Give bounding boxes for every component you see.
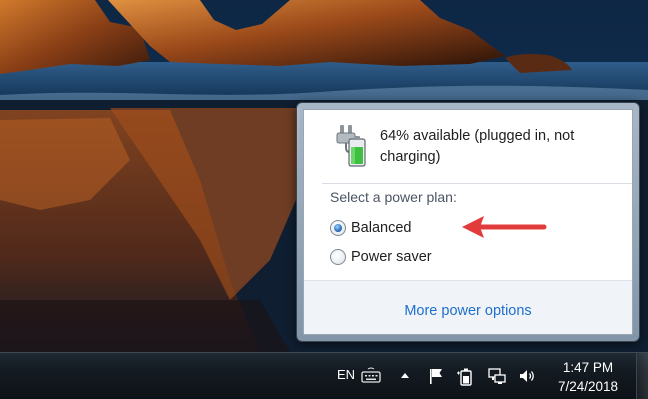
- battery-plugged-icon: [336, 125, 366, 167]
- annotation-arrow-icon: [462, 216, 547, 238]
- section-divider: [322, 183, 632, 184]
- action-center-flag-icon[interactable]: [427, 366, 447, 386]
- power-plan-heading: Select a power plan:: [330, 189, 457, 205]
- power-plan-option-balanced[interactable]: Balanced: [330, 217, 411, 239]
- battery-status-text: 64% available (plugged in, not charging): [380, 126, 610, 168]
- show-desktop-button[interactable]: [636, 353, 648, 399]
- more-power-options-link[interactable]: More power options: [304, 303, 632, 319]
- battery-power-icon[interactable]: [456, 366, 476, 386]
- battery-status-line-1: 64% available (plugged in, not: [380, 128, 575, 144]
- language-indicator[interactable]: EN: [337, 367, 355, 382]
- balanced-radio-button[interactable]: [330, 220, 346, 236]
- power-plan-option-power-saver[interactable]: Power saver: [330, 246, 432, 268]
- battery-status-row: 64% available (plugged in, not charging): [304, 110, 632, 180]
- power-saver-radio-button[interactable]: [330, 249, 346, 265]
- show-hidden-icons-chevron-icon[interactable]: [395, 366, 415, 386]
- keyboard-icon[interactable]: [361, 366, 381, 386]
- clock-date: 7/24/2018: [557, 379, 619, 394]
- flyout-footer: More power options: [304, 280, 632, 334]
- clock-time: 1:47 PM: [562, 360, 614, 375]
- balanced-label: Balanced: [351, 220, 412, 236]
- taskbar-clock[interactable]: 1:47 PM 7/24/2018: [548, 358, 628, 396]
- battery-status-line-2: charging): [380, 149, 441, 165]
- power-saver-label: Power saver: [351, 249, 432, 265]
- network-icon[interactable]: [487, 366, 507, 386]
- taskbar: EN 1:47 PM 7/24/2018: [0, 352, 648, 399]
- volume-icon[interactable]: [517, 366, 537, 386]
